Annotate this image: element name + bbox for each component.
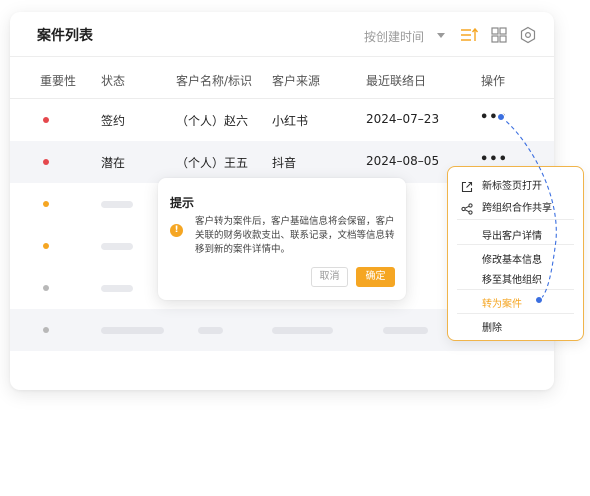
dialog-title: 提示 bbox=[170, 196, 195, 210]
cancel-button[interactable]: 取消 bbox=[311, 267, 348, 287]
menu-item-edit-info[interactable]: 修改基本信息 bbox=[482, 251, 542, 266]
menu-item-move-org[interactable]: 移至其他组织 bbox=[482, 271, 542, 286]
placeholder-bar bbox=[272, 327, 333, 334]
column-header-priority[interactable]: 重要性 bbox=[40, 72, 76, 89]
warning-icon: ! bbox=[170, 224, 183, 237]
placeholder-bar bbox=[383, 327, 428, 334]
column-header-last-contact[interactable]: 最近联络日 bbox=[366, 72, 426, 89]
menu-item-export[interactable]: 导出客户详情 bbox=[482, 227, 542, 242]
dialog-message: 客户转为案件后，客户基础信息将会保留，客户关联的财务收款支出、联系记录，文档等信… bbox=[195, 216, 395, 255]
menu-item-share[interactable]: 跨组织合作共享 bbox=[482, 199, 552, 214]
priority-dot bbox=[43, 285, 49, 291]
row-actions-menu: 新标签页打开 跨组织合作共享 导出客户详情 修改基本信息 移至其他组织 转为案件… bbox=[447, 166, 584, 341]
status-cell: 潜在 bbox=[101, 156, 126, 170]
column-header-source[interactable]: 客户来源 bbox=[272, 72, 320, 89]
placeholder-bar bbox=[198, 327, 223, 334]
menu-item-convert-to-case[interactable]: 转为案件 bbox=[482, 295, 522, 310]
column-header-status[interactable]: 状态 bbox=[101, 72, 125, 89]
confirm-dialog: 提示 ! 客户转为案件后，客户基础信息将会保留，客户关联的财务收款支出、联系记录… bbox=[158, 178, 406, 300]
grid-icon[interactable] bbox=[490, 26, 508, 44]
status-cell: 签约 bbox=[101, 114, 126, 128]
menu-divider bbox=[457, 219, 574, 220]
priority-dot bbox=[43, 159, 49, 165]
placeholder-bar bbox=[101, 327, 164, 334]
customer-cell: （个人）王五 bbox=[176, 156, 249, 170]
chevron-down-icon[interactable] bbox=[437, 33, 445, 38]
menu-divider bbox=[457, 289, 574, 290]
column-header-customer[interactable]: 客户名称/标识 bbox=[176, 72, 252, 89]
gear-icon[interactable] bbox=[519, 26, 537, 44]
open-new-tab-icon bbox=[461, 178, 473, 193]
table-row[interactable]: 签约 （个人）赵六 小红书 2024–07–23 ••• bbox=[10, 99, 554, 141]
customer-cell: （个人）赵六 bbox=[176, 114, 249, 128]
placeholder-bar bbox=[101, 285, 133, 292]
priority-dot bbox=[43, 201, 49, 207]
column-header-actions: 操作 bbox=[481, 74, 506, 88]
confirm-button[interactable]: 确定 bbox=[356, 267, 395, 287]
more-actions-button[interactable]: ••• bbox=[480, 152, 508, 167]
share-icon bbox=[461, 200, 473, 215]
menu-divider bbox=[457, 244, 574, 245]
page-title: 案件列表 bbox=[37, 28, 93, 44]
menu-divider bbox=[457, 313, 574, 314]
menu-item-delete[interactable]: 删除 bbox=[482, 319, 502, 334]
sort-select[interactable]: 按创建时间 bbox=[364, 28, 424, 45]
priority-dot bbox=[43, 243, 49, 249]
menu-item-open-new-tab[interactable]: 新标签页打开 bbox=[482, 177, 542, 192]
more-actions-button[interactable]: ••• bbox=[480, 110, 508, 125]
source-cell: 小红书 bbox=[272, 114, 309, 128]
priority-dot bbox=[43, 117, 49, 123]
placeholder-bar bbox=[101, 243, 133, 250]
last-contact-cell: 2024–08–05 bbox=[366, 154, 440, 168]
priority-dot bbox=[43, 327, 49, 333]
source-cell: 抖音 bbox=[272, 156, 297, 170]
sort-lines-icon[interactable] bbox=[460, 26, 478, 44]
placeholder-bar bbox=[101, 201, 133, 208]
last-contact-cell: 2024–07–23 bbox=[366, 112, 440, 126]
header-divider bbox=[10, 56, 554, 57]
